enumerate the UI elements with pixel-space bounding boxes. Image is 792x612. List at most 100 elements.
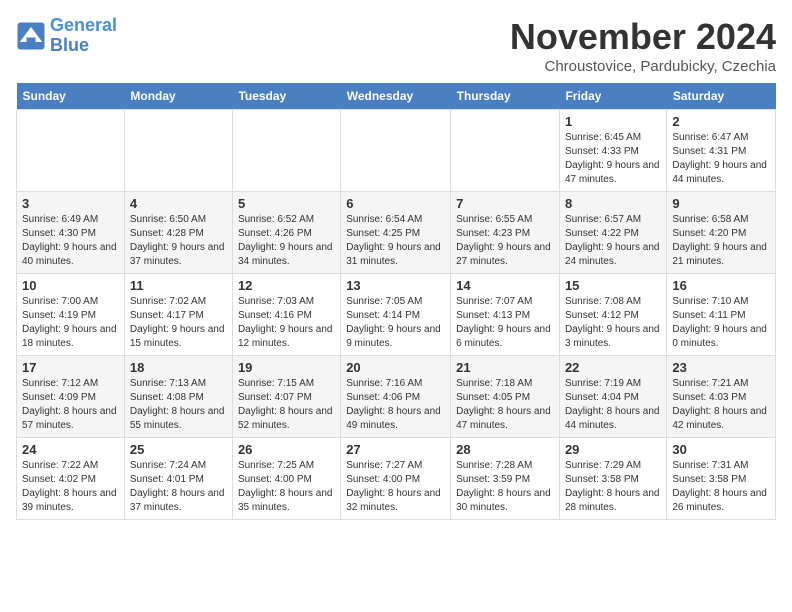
day-number: 15 <box>565 278 661 293</box>
day-info: Sunrise: 7:05 AM Sunset: 4:14 PM Dayligh… <box>346 295 445 351</box>
day-number: 18 <box>130 360 227 375</box>
dow-thursday: Thursday <box>451 83 560 110</box>
day-number: 8 <box>565 196 661 211</box>
day-info: Sunrise: 6:58 AM Sunset: 4:20 PM Dayligh… <box>672 213 770 269</box>
week-row-2: 10 Sunrise: 7:00 AM Sunset: 4:19 PM Dayli… <box>17 274 776 356</box>
calendar-cell: 2 Sunrise: 6:47 AM Sunset: 4:31 PM Daylig… <box>667 110 776 192</box>
week-row-0: 1 Sunrise: 6:45 AM Sunset: 4:33 PM Daylig… <box>17 110 776 192</box>
calendar-cell: 8 Sunrise: 6:57 AM Sunset: 4:22 PM Daylig… <box>559 192 666 274</box>
day-number: 11 <box>130 278 227 293</box>
dow-monday: Monday <box>124 83 232 110</box>
logo-line2: Blue <box>50 35 89 55</box>
calendar-cell <box>124 110 232 192</box>
day-info: Sunrise: 7:10 AM Sunset: 4:11 PM Dayligh… <box>672 295 770 351</box>
calendar-cell <box>232 110 340 192</box>
day-info: Sunrise: 6:45 AM Sunset: 4:33 PM Dayligh… <box>565 131 661 187</box>
page-header: General Blue November 2024 Chroustovice,… <box>16 16 776 75</box>
day-info: Sunrise: 7:16 AM Sunset: 4:06 PM Dayligh… <box>346 377 445 433</box>
day-info: Sunrise: 7:24 AM Sunset: 4:01 PM Dayligh… <box>130 459 227 515</box>
day-number: 10 <box>22 278 119 293</box>
day-number: 17 <box>22 360 119 375</box>
calendar-cell: 24 Sunrise: 7:22 AM Sunset: 4:02 PM Dayli… <box>17 438 125 520</box>
day-info: Sunrise: 7:12 AM Sunset: 4:09 PM Dayligh… <box>22 377 119 433</box>
day-info: Sunrise: 7:00 AM Sunset: 4:19 PM Dayligh… <box>22 295 119 351</box>
calendar-body: 1 Sunrise: 6:45 AM Sunset: 4:33 PM Daylig… <box>17 110 776 520</box>
day-number: 4 <box>130 196 227 211</box>
title-block: November 2024 Chroustovice, Pardubicky, … <box>510 16 776 75</box>
day-number: 24 <box>22 442 119 457</box>
calendar-cell: 7 Sunrise: 6:55 AM Sunset: 4:23 PM Daylig… <box>451 192 560 274</box>
dow-sunday: Sunday <box>17 83 125 110</box>
day-info: Sunrise: 7:28 AM Sunset: 3:59 PM Dayligh… <box>456 459 554 515</box>
day-info: Sunrise: 6:49 AM Sunset: 4:30 PM Dayligh… <box>22 213 119 269</box>
day-info: Sunrise: 6:55 AM Sunset: 4:23 PM Dayligh… <box>456 213 554 269</box>
day-number: 30 <box>672 442 770 457</box>
calendar-cell: 14Sunrise: 7:07 AM Sunset: 4:13 PM Dayli… <box>451 274 560 356</box>
day-number: 28 <box>456 442 554 457</box>
calendar-cell <box>341 110 451 192</box>
calendar-cell: 17 Sunrise: 7:12 AM Sunset: 4:09 PM Dayli… <box>17 356 125 438</box>
day-info: Sunrise: 7:29 AM Sunset: 3:58 PM Dayligh… <box>565 459 661 515</box>
day-info: Sunrise: 7:18 AM Sunset: 4:05 PM Dayligh… <box>456 377 554 433</box>
day-number: 16 <box>672 278 770 293</box>
logo-icon <box>16 21 46 51</box>
day-number: 19 <box>238 360 335 375</box>
calendar-cell: 4 Sunrise: 6:50 AM Sunset: 4:28 PM Daylig… <box>124 192 232 274</box>
logo-text: General Blue <box>50 16 117 56</box>
calendar-cell: 9 Sunrise: 6:58 AM Sunset: 4:20 PM Daylig… <box>667 192 776 274</box>
day-info: Sunrise: 7:15 AM Sunset: 4:07 PM Dayligh… <box>238 377 335 433</box>
dow-friday: Friday <box>559 83 666 110</box>
calendar-cell <box>17 110 125 192</box>
day-info: Sunrise: 7:03 AM Sunset: 4:16 PM Dayligh… <box>238 295 335 351</box>
dow-wednesday: Wednesday <box>341 83 451 110</box>
calendar-cell: 3Sunrise: 6:49 AM Sunset: 4:30 PM Daylig… <box>17 192 125 274</box>
day-number: 23 <box>672 360 770 375</box>
day-info: Sunrise: 7:02 AM Sunset: 4:17 PM Dayligh… <box>130 295 227 351</box>
calendar-cell: 27Sunrise: 7:27 AM Sunset: 4:00 PM Dayli… <box>341 438 451 520</box>
day-info: Sunrise: 7:19 AM Sunset: 4:04 PM Dayligh… <box>565 377 661 433</box>
calendar-cell: 21 Sunrise: 7:18 AM Sunset: 4:05 PM Dayli… <box>451 356 560 438</box>
day-number: 25 <box>130 442 227 457</box>
calendar-cell <box>451 110 560 192</box>
day-number: 7 <box>456 196 554 211</box>
calendar-cell: 23 Sunrise: 7:21 AM Sunset: 4:03 PM Dayli… <box>667 356 776 438</box>
day-number: 5 <box>238 196 335 211</box>
day-number: 6 <box>346 196 445 211</box>
day-info: Sunrise: 6:57 AM Sunset: 4:22 PM Dayligh… <box>565 213 661 269</box>
day-info: Sunrise: 7:13 AM Sunset: 4:08 PM Dayligh… <box>130 377 227 433</box>
calendar-cell: 16 Sunrise: 7:10 AM Sunset: 4:11 PM Dayli… <box>667 274 776 356</box>
location: Chroustovice, Pardubicky, Czechia <box>510 58 776 75</box>
day-info: Sunrise: 6:50 AM Sunset: 4:28 PM Dayligh… <box>130 213 227 269</box>
day-number: 13 <box>346 278 445 293</box>
day-number: 9 <box>672 196 770 211</box>
day-info: Sunrise: 7:22 AM Sunset: 4:02 PM Dayligh… <box>22 459 119 515</box>
calendar-cell: 5Sunrise: 6:52 AM Sunset: 4:26 PM Daylig… <box>232 192 340 274</box>
calendar-cell: 11 Sunrise: 7:02 AM Sunset: 4:17 PM Dayli… <box>124 274 232 356</box>
calendar-cell: 13 Sunrise: 7:05 AM Sunset: 4:14 PM Dayli… <box>341 274 451 356</box>
month-title: November 2024 <box>510 16 776 58</box>
calendar-cell: 25 Sunrise: 7:24 AM Sunset: 4:01 PM Dayli… <box>124 438 232 520</box>
calendar-cell: 6Sunrise: 6:54 AM Sunset: 4:25 PM Daylig… <box>341 192 451 274</box>
day-number: 20 <box>346 360 445 375</box>
week-row-3: 17 Sunrise: 7:12 AM Sunset: 4:09 PM Dayli… <box>17 356 776 438</box>
day-number: 2 <box>672 114 770 129</box>
calendar-cell: 12Sunrise: 7:03 AM Sunset: 4:16 PM Dayli… <box>232 274 340 356</box>
day-info: Sunrise: 7:31 AM Sunset: 3:58 PM Dayligh… <box>672 459 770 515</box>
calendar-cell: 30 Sunrise: 7:31 AM Sunset: 3:58 PM Dayli… <box>667 438 776 520</box>
calendar-cell: 1 Sunrise: 6:45 AM Sunset: 4:33 PM Daylig… <box>559 110 666 192</box>
day-number: 26 <box>238 442 335 457</box>
day-info: Sunrise: 7:21 AM Sunset: 4:03 PM Dayligh… <box>672 377 770 433</box>
day-info: Sunrise: 6:47 AM Sunset: 4:31 PM Dayligh… <box>672 131 770 187</box>
dow-tuesday: Tuesday <box>232 83 340 110</box>
dow-saturday: Saturday <box>667 83 776 110</box>
calendar-cell: 29Sunrise: 7:29 AM Sunset: 3:58 PM Dayli… <box>559 438 666 520</box>
calendar-cell: 15Sunrise: 7:08 AM Sunset: 4:12 PM Dayli… <box>559 274 666 356</box>
day-number: 1 <box>565 114 661 129</box>
day-number: 21 <box>456 360 554 375</box>
days-of-week-header: SundayMondayTuesdayWednesdayThursdayFrid… <box>17 83 776 110</box>
calendar-cell: 26 Sunrise: 7:25 AM Sunset: 4:00 PM Dayli… <box>232 438 340 520</box>
calendar-cell: 19 Sunrise: 7:15 AM Sunset: 4:07 PM Dayli… <box>232 356 340 438</box>
day-info: Sunrise: 7:25 AM Sunset: 4:00 PM Dayligh… <box>238 459 335 515</box>
day-number: 14 <box>456 278 554 293</box>
week-row-4: 24 Sunrise: 7:22 AM Sunset: 4:02 PM Dayli… <box>17 438 776 520</box>
